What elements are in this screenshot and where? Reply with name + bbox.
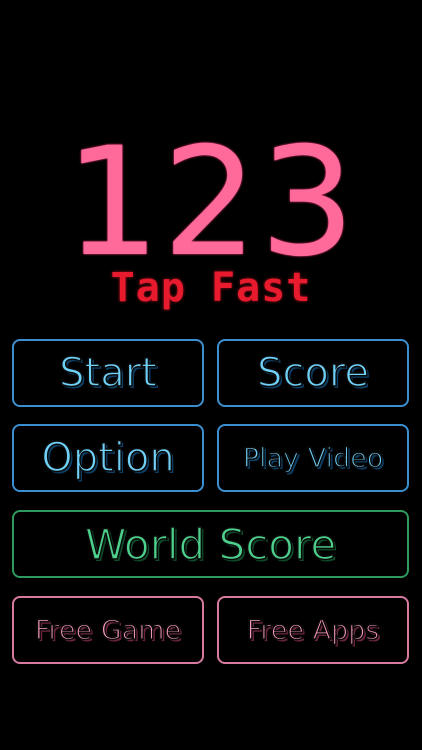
free-game-button[interactable]: Free Game bbox=[12, 596, 204, 664]
free-apps-button[interactable]: Free Apps bbox=[217, 596, 409, 664]
world-score-button[interactable]: World Score bbox=[12, 510, 409, 578]
free-game-button-label: Free Game bbox=[34, 614, 182, 647]
play-video-button[interactable]: Play Video bbox=[217, 424, 409, 492]
option-button-label: Option bbox=[41, 434, 176, 482]
score-button-label: Score bbox=[256, 349, 370, 397]
free-apps-button-label: Free Apps bbox=[246, 614, 380, 647]
world-score-button-label: World Score bbox=[84, 519, 337, 570]
start-button[interactable]: Start bbox=[12, 339, 204, 407]
play-video-button-label: Play Video bbox=[242, 442, 384, 475]
game-logo-subtitle: Tap Fast bbox=[110, 265, 312, 311]
start-button-label: Start bbox=[58, 349, 157, 397]
option-button[interactable]: Option bbox=[12, 424, 204, 492]
game-logo-number: 123 bbox=[64, 116, 358, 290]
score-button[interactable]: Score bbox=[217, 339, 409, 407]
